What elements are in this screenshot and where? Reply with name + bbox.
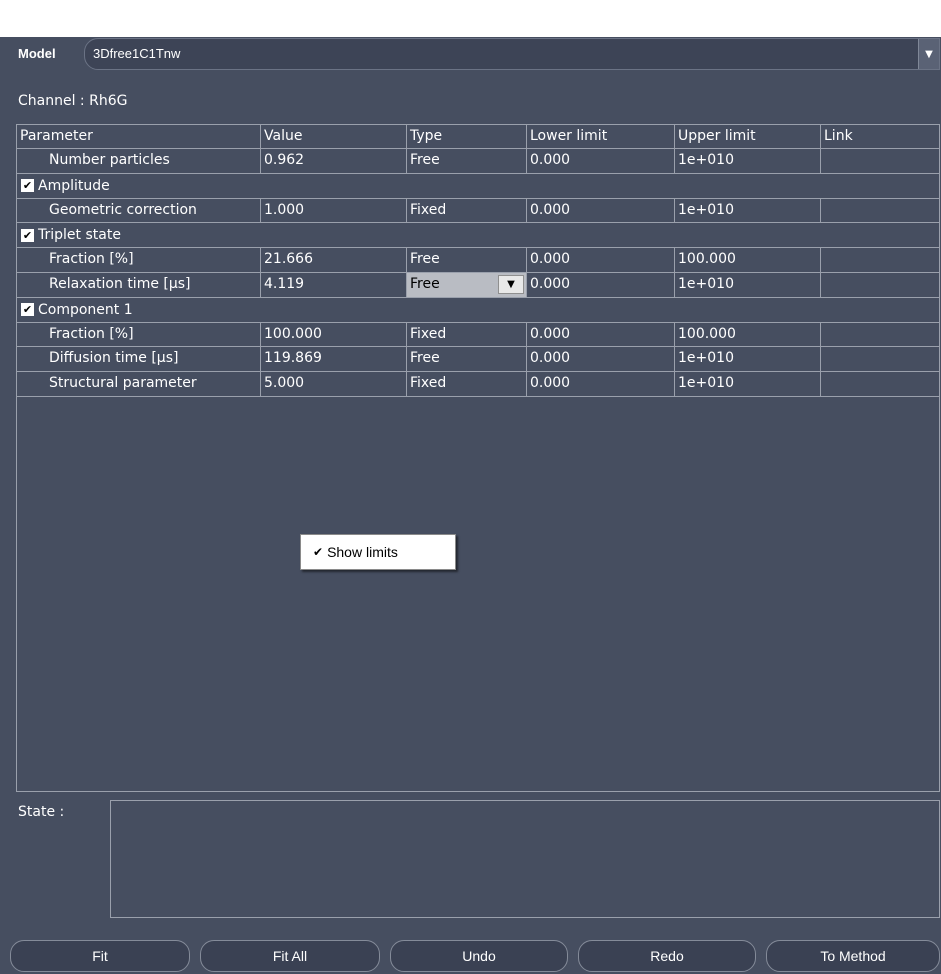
table-row[interactable]: Fraction [%] 100.000 Fixed 0.000 100.000	[17, 322, 939, 348]
group-row-triplet-state[interactable]: ✔ Triplet state	[17, 223, 939, 249]
header-upper-limit[interactable]: Upper limit	[675, 125, 821, 148]
param-type[interactable]: Free	[407, 149, 527, 173]
param-link[interactable]	[821, 149, 939, 173]
undo-button[interactable]: Undo	[390, 940, 568, 972]
param-value[interactable]: 21.666	[261, 248, 407, 272]
context-menu-show-limits[interactable]: ✔ Show limits	[300, 534, 456, 570]
param-link[interactable]	[821, 199, 939, 223]
type-dropdown[interactable]: Free ▼	[407, 272, 527, 297]
to-method-button[interactable]: To Method	[766, 940, 940, 972]
param-type[interactable]: Fixed	[407, 322, 527, 347]
header-type[interactable]: Type	[407, 125, 527, 148]
table-header: Parameter Value Type Lower limit Upper l…	[17, 125, 939, 149]
context-menu-item-label: Show limits	[327, 544, 398, 560]
param-type[interactable]: Fixed	[407, 372, 527, 396]
header-parameter[interactable]: Parameter	[17, 125, 261, 148]
param-upper[interactable]: 1e+010	[675, 272, 821, 297]
chevron-down-icon[interactable]: ▼	[498, 274, 524, 294]
type-dropdown-value: Free	[410, 275, 440, 292]
model-select[interactable]: 3Dfree1C1Tnw ▼	[84, 38, 940, 70]
group-row-component-1[interactable]: ✔ Component 1	[17, 298, 939, 323]
top-blank-area	[0, 0, 941, 37]
group-row-amplitude[interactable]: ✔ Amplitude	[17, 174, 939, 199]
param-name: Geometric correction	[17, 198, 261, 223]
param-link[interactable]	[821, 273, 939, 297]
fit-all-button[interactable]: Fit All	[200, 940, 380, 972]
param-name: Structural parameter	[17, 372, 261, 396]
redo-button[interactable]: Redo	[578, 940, 756, 972]
param-lower[interactable]: 0.000	[527, 372, 675, 396]
checkbox-icon[interactable]: ✔	[21, 228, 34, 242]
param-lower[interactable]: 0.000	[527, 272, 675, 297]
param-lower[interactable]: 0.000	[527, 248, 675, 272]
param-value[interactable]: 4.119	[261, 272, 407, 297]
param-type[interactable]: Free	[407, 248, 527, 272]
param-value[interactable]: 100.000	[261, 322, 407, 347]
param-value[interactable]: 119.869	[261, 347, 407, 372]
param-upper[interactable]: 1e+010	[675, 347, 821, 372]
param-type[interactable]: Free	[407, 347, 527, 372]
param-upper[interactable]: 1e+010	[675, 372, 821, 396]
model-label: Model	[18, 46, 56, 61]
table-row[interactable]: Number particles 0.962 Free 0.000 1e+010	[17, 149, 939, 174]
param-lower[interactable]: 0.000	[527, 198, 675, 223]
header-lower-limit[interactable]: Lower limit	[527, 125, 675, 148]
table-row[interactable]: Geometric correction 1.000 Fixed 0.000 1…	[17, 198, 939, 224]
param-upper[interactable]: 1e+010	[675, 149, 821, 173]
state-label: State :	[18, 804, 65, 820]
param-upper[interactable]: 100.000	[675, 248, 821, 272]
param-value[interactable]: 5.000	[261, 372, 407, 396]
param-link[interactable]	[821, 248, 939, 272]
param-name: Fraction [%]	[17, 322, 261, 347]
param-link[interactable]	[821, 372, 939, 396]
param-upper[interactable]: 1e+010	[675, 198, 821, 223]
param-value[interactable]: 1.000	[261, 198, 407, 223]
table-row[interactable]: Diffusion time [µs] 119.869 Free 0.000 1…	[17, 347, 939, 373]
model-value: 3Dfree1C1Tnw	[93, 46, 181, 61]
table-row[interactable]: Structural parameter 5.000 Fixed 0.000 1…	[17, 372, 939, 397]
param-lower[interactable]: 0.000	[527, 322, 675, 347]
header-link[interactable]: Link	[821, 125, 939, 148]
checkbox-icon[interactable]: ✔	[21, 303, 34, 317]
param-link[interactable]	[821, 323, 939, 347]
param-lower[interactable]: 0.000	[527, 149, 675, 173]
param-name: Relaxation time [µs]	[17, 272, 261, 297]
chevron-down-icon[interactable]: ▼	[918, 39, 939, 69]
parameter-table: Parameter Value Type Lower limit Upper l…	[16, 124, 940, 792]
param-link[interactable]	[821, 347, 939, 371]
param-lower[interactable]: 0.000	[527, 347, 675, 372]
state-text-area[interactable]	[110, 800, 940, 918]
header-value[interactable]: Value	[261, 125, 407, 148]
param-name: Fraction [%]	[17, 248, 261, 272]
param-name: Diffusion time [µs]	[17, 347, 261, 372]
param-upper[interactable]: 100.000	[675, 322, 821, 347]
checkbox-icon[interactable]: ✔	[21, 179, 34, 193]
table-row[interactable]: Fraction [%] 21.666 Free 0.000 100.000	[17, 248, 939, 273]
group-label: Amplitude	[38, 177, 110, 194]
checkmark-icon: ✔	[313, 545, 324, 559]
table-row[interactable]: Relaxation time [µs] 4.119 Free ▼ 0.000 …	[17, 272, 939, 298]
param-name: Number particles	[17, 149, 261, 173]
param-type[interactable]: Fixed	[407, 198, 527, 223]
param-value[interactable]: 0.962	[261, 149, 407, 173]
group-label: Triplet state	[38, 227, 121, 244]
group-label: Component 1	[38, 301, 133, 318]
channel-label: Channel : Rh6G	[18, 93, 128, 109]
fit-button[interactable]: Fit	[10, 940, 190, 972]
